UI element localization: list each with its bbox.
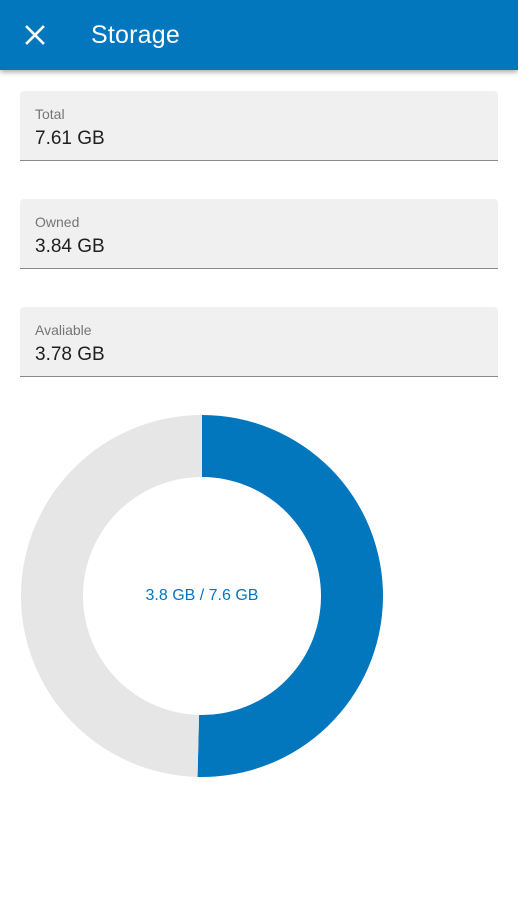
close-button[interactable] — [14, 14, 56, 56]
total-field: Total 7.61 GB — [20, 91, 498, 161]
total-value: 7.61 GB — [35, 128, 105, 149]
available-label: Avaliable — [35, 322, 92, 338]
storage-donut-chart: 3.8 GB / 7.6 GB — [20, 415, 383, 777]
close-icon — [25, 25, 45, 45]
chart-center-label: 3.8 GB / 7.6 GB — [146, 587, 259, 604]
owned-value: 3.84 GB — [35, 236, 105, 257]
total-label: Total — [35, 106, 65, 122]
available-value: 3.78 GB — [35, 344, 105, 365]
page-title: Storage — [91, 21, 180, 49]
owned-field: Owned 3.84 GB — [20, 199, 498, 269]
available-field: Avaliable 3.78 GB — [20, 307, 498, 377]
owned-label: Owned — [35, 214, 80, 230]
app-bar: Storage — [0, 0, 518, 70]
